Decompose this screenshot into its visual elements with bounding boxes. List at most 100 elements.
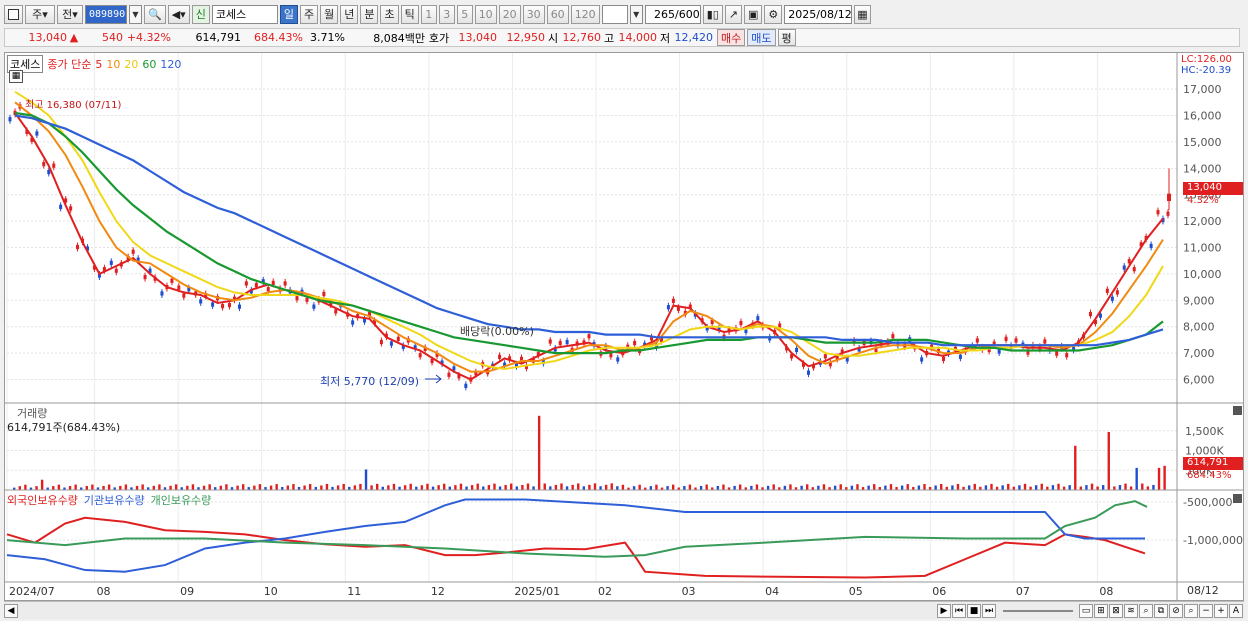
volume-bar <box>141 484 144 490</box>
layout-button[interactable] <box>4 4 23 24</box>
low-label: 저 <box>659 31 671 45</box>
volume-bar <box>1146 486 1150 490</box>
volume-bar <box>431 486 435 490</box>
candle-body <box>609 353 613 358</box>
zoom-icon[interactable]: ⌕ <box>1184 603 1198 618</box>
interval-10[interactable]: 10 <box>474 4 497 24</box>
volume-bar <box>1096 486 1099 490</box>
volume-bar <box>57 484 61 490</box>
period-minute[interactable]: 분 <box>360 4 379 24</box>
legend-ma20[interactable]: 20 <box>124 58 138 71</box>
zoom-slider[interactable] <box>1003 609 1073 612</box>
legend-foreign[interactable]: 외국인보유수량 <box>7 492 78 508</box>
volume-bar <box>375 483 379 490</box>
chart-canvas[interactable]: 17,00016,00015,00014,00013,00012,00011,0… <box>5 53 1243 600</box>
candle-body <box>587 334 591 339</box>
period-month[interactable]: 월 <box>320 4 339 24</box>
buy-button[interactable]: 매수 <box>717 29 746 46</box>
tool-e-icon[interactable]: ⌕ <box>1139 603 1153 618</box>
candle-body <box>237 304 241 309</box>
holding-close-icon[interactable] <box>1233 494 1242 503</box>
interval-3[interactable]: 3 <box>438 4 455 24</box>
volume-bar <box>956 483 960 490</box>
prev-button[interactable]: 전 ▾ <box>57 4 83 24</box>
search-button[interactable]: 🔍 <box>144 4 166 24</box>
grid-toggle-icon[interactable]: ▦ <box>9 70 23 83</box>
price-tick-label: 12,000 <box>1183 215 1222 228</box>
period-year[interactable]: 년 <box>340 4 359 24</box>
plus-icon[interactable]: + <box>1214 603 1228 618</box>
legend-ma120[interactable]: 120 <box>160 58 181 71</box>
volume-close-icon[interactable] <box>1233 406 1242 415</box>
date-field[interactable]: 2025/08/12 <box>784 4 853 24</box>
volume-bar <box>755 484 759 490</box>
tool-f-icon[interactable]: ⧉ <box>1154 603 1168 618</box>
settings-button[interactable]: ⚙ <box>764 4 783 24</box>
scroll-left-icon[interactable]: ◀ <box>4 603 18 618</box>
volume-bar <box>470 485 474 490</box>
stock-name-field[interactable]: 코세스 <box>211 4 278 24</box>
candle-body <box>42 161 46 167</box>
code-dropdown[interactable]: ▼ <box>129 4 142 24</box>
interval-120[interactable]: 120 <box>570 4 600 24</box>
volume-bar <box>543 483 546 490</box>
forward-icon[interactable]: ⏭ <box>982 603 996 618</box>
legend-inst[interactable]: 기관보유수량 <box>84 492 145 508</box>
quote-amount: 8,084백만 <box>373 31 425 45</box>
candle-body <box>109 260 113 265</box>
minus-icon[interactable]: − <box>1199 603 1213 618</box>
volume-bar <box>359 483 362 490</box>
period-day[interactable]: 일 <box>279 4 298 24</box>
volume-bar <box>549 486 552 490</box>
sell-button[interactable]: 매도 <box>747 29 776 46</box>
custom-interval-dropdown[interactable]: ▼ <box>629 4 643 24</box>
tool-g-icon[interactable]: ⊘ <box>1169 603 1183 618</box>
interval-60[interactable]: 60 <box>546 4 569 24</box>
stock-code-input[interactable]: 089890 <box>85 4 127 24</box>
candle-body <box>558 340 562 346</box>
candle-body <box>244 281 248 286</box>
range-field[interactable]: 265/600 <box>644 4 701 24</box>
tool-d-icon[interactable]: ≋ <box>1124 603 1138 618</box>
bid-label: 호가 <box>428 31 450 45</box>
speaker-button[interactable]: ◀▾ <box>167 4 190 24</box>
candle-icon: ▮▯ <box>706 7 719 21</box>
play-icon[interactable]: ▶ <box>937 603 951 618</box>
speaker-icon: ◀▾ <box>171 7 186 21</box>
legend-indiv[interactable]: 개인보유수량 <box>151 492 212 508</box>
volume-bar <box>454 485 457 490</box>
font-icon[interactable]: A <box>1229 603 1243 618</box>
period-tick[interactable]: 틱 <box>400 4 419 24</box>
period-second[interactable]: 초 <box>380 4 399 24</box>
period-week[interactable]: 주 <box>299 4 319 24</box>
tool-b-icon[interactable]: ⊞ <box>1094 603 1108 618</box>
tool-c-icon[interactable]: ⊠ <box>1109 603 1123 618</box>
legend-ma5[interactable]: 5 <box>95 58 102 71</box>
draw-icon: ↗ <box>728 7 739 21</box>
eval-button[interactable]: 평 <box>777 29 796 46</box>
interval-5[interactable]: 5 <box>456 4 473 24</box>
draw-button[interactable]: ↗ <box>724 4 743 24</box>
candle-body <box>254 282 258 288</box>
candle-body <box>52 163 56 168</box>
interval-20[interactable]: 20 <box>498 4 521 24</box>
volume-bar <box>191 484 195 490</box>
volume-bar <box>409 483 412 490</box>
candle-button[interactable]: ▮▯ <box>702 4 723 24</box>
rewind-icon[interactable]: ⏮ <box>952 603 966 618</box>
legend-ma60[interactable]: 60 <box>142 58 156 71</box>
interval-1[interactable]: 1 <box>420 4 437 24</box>
candle-body <box>334 309 338 314</box>
x-tick-label: 03 <box>682 585 696 598</box>
stop-icon[interactable]: ■ <box>967 603 981 618</box>
interval-30[interactable]: 30 <box>522 4 545 24</box>
custom-interval-input[interactable] <box>601 4 628 24</box>
x-tick-label: 12 <box>431 585 445 598</box>
tool-a-icon[interactable]: ▭ <box>1079 603 1093 618</box>
save-button[interactable]: ▣ <box>744 4 763 24</box>
legend-ma10[interactable]: 10 <box>106 58 120 71</box>
calendar-button[interactable]: ▦ <box>854 4 871 24</box>
chart-type-select[interactable]: 주 ▾ <box>25 4 55 24</box>
new-badge[interactable]: 신 <box>191 4 210 24</box>
x-tick-label: 06 <box>932 585 946 598</box>
